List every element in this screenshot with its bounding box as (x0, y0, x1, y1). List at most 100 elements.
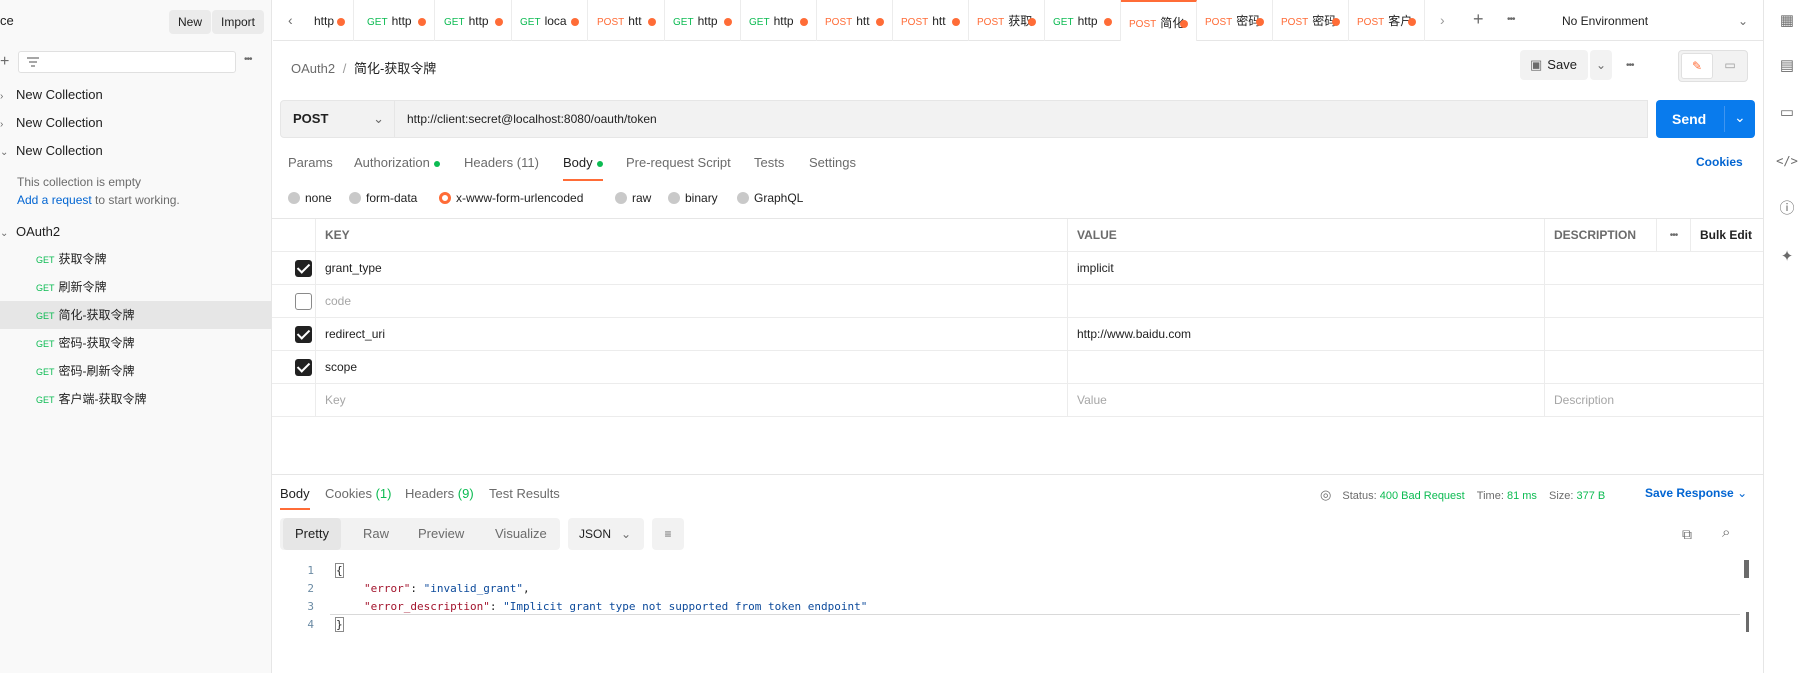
row-checkbox[interactable] (295, 260, 312, 277)
wrap-lines-icon[interactable]: ≡ (652, 518, 684, 550)
add-icon[interactable]: + (0, 53, 9, 71)
unsaved-dot-icon (1332, 18, 1340, 26)
request-item-active[interactable]: GET 简化-获取令牌 (0, 301, 271, 329)
save-button[interactable]: ▣ Save (1520, 50, 1588, 80)
new-tab-icon[interactable]: + (1473, 9, 1484, 30)
search-icon[interactable]: ⌕ (1722, 524, 1730, 541)
globe-icon: ◎ (1320, 487, 1332, 502)
method-select[interactable]: POST ⌄ (280, 100, 395, 138)
request-tab[interactable]: GET http (359, 0, 435, 41)
collection-item[interactable]: › New Collection (0, 84, 103, 106)
unsaved-dot-icon (800, 18, 808, 26)
view-pretty[interactable]: Pretty (283, 518, 341, 550)
radio-none[interactable]: none (288, 191, 332, 205)
request-item[interactable]: GET 客户端-获取令牌 (0, 385, 271, 413)
environment-select[interactable]: No Environment ⌄ (1550, 8, 1760, 34)
bulk-edit-button[interactable]: Bulk Edit (1690, 219, 1763, 251)
request-tab[interactable]: http (306, 0, 354, 41)
cookies-link[interactable]: Cookies (1696, 155, 1743, 169)
request-tab[interactable]: GET http (741, 0, 817, 41)
size-value[interactable]: 377 B (1577, 490, 1606, 502)
tab-tests[interactable]: Tests (754, 155, 784, 181)
row-checkbox[interactable] (295, 359, 312, 376)
tabs-more-icon[interactable]: ••• (1507, 14, 1515, 25)
documentation-icon[interactable]: ▤ (1776, 55, 1798, 77)
status-value[interactable]: 400 Bad Request (1380, 490, 1465, 502)
request-tab[interactable]: GET http (1045, 0, 1121, 41)
radio-graphql[interactable]: GraphQL (737, 191, 803, 205)
response-tab-test-results[interactable]: Test Results (489, 486, 560, 510)
request-more-icon[interactable]: ••• (1626, 60, 1634, 71)
radio-raw[interactable]: raw (615, 191, 651, 205)
save-response-button[interactable]: Save Response ⌄ (1645, 486, 1747, 500)
scrollbar-thumb[interactable] (1744, 560, 1749, 578)
view-preview[interactable]: Preview (406, 518, 476, 550)
request-item[interactable]: GET 密码-刷新令牌 (0, 357, 271, 385)
empty-collection-hint: Add a request to start working. (17, 193, 180, 207)
view-raw[interactable]: Raw (351, 518, 401, 550)
unsaved-dot-icon (418, 18, 426, 26)
table-more-icon[interactable]: ••• (1656, 219, 1690, 251)
request-tab-active[interactable]: POST 简化 (1121, 0, 1197, 41)
response-body-editor[interactable]: 1 { 2 "error": "invalid_grant", 3 "error… (272, 560, 1742, 673)
filter-input[interactable] (18, 51, 236, 73)
request-tab[interactable]: POST 密码 (1273, 0, 1349, 41)
request-tab[interactable]: GET http (665, 0, 741, 41)
request-tab[interactable]: POST htt (893, 0, 969, 41)
tab-settings[interactable]: Settings (809, 155, 856, 181)
collection-item[interactable]: ⌄ New Collection (0, 140, 103, 162)
request-item[interactable]: GET 刷新令牌 (0, 273, 271, 301)
save-icon: ▣ (1530, 57, 1543, 72)
tab-params[interactable]: Params (288, 155, 333, 181)
tab-headers[interactable]: Headers (11) (464, 155, 539, 181)
request-tab[interactable]: POST 客户 (1349, 0, 1425, 41)
table-row: scope (272, 351, 1763, 384)
request-tab[interactable]: POST htt (589, 0, 665, 41)
table-row: code (272, 285, 1763, 318)
response-tab-cookies[interactable]: Cookies (1) (325, 486, 391, 510)
collection-oauth2[interactable]: ⌄ OAuth2 (0, 221, 60, 243)
radio-binary[interactable]: binary (668, 191, 718, 205)
request-tab[interactable]: POST 密码 (1197, 0, 1273, 41)
collection-item[interactable]: › New Collection (0, 112, 103, 134)
tabs-scroll-left-icon[interactable]: ‹ (288, 12, 293, 28)
send-button[interactable]: Send ⌄ (1656, 100, 1755, 138)
tab-body[interactable]: Body (563, 155, 603, 181)
add-request-link[interactable]: Add a request (17, 193, 92, 207)
format-select[interactable]: JSON ⌄ (568, 518, 644, 550)
import-button[interactable]: Import (212, 10, 265, 34)
unsaved-dot-icon (648, 18, 656, 26)
radio-form-data[interactable]: form-data (349, 191, 417, 205)
filter-icon (27, 57, 39, 67)
breadcrumb-parent[interactable]: OAuth2 (291, 61, 335, 76)
info-icon[interactable]: ⓘ (1776, 198, 1798, 220)
request-tab[interactable]: POST htt (817, 0, 893, 41)
response-tab-body[interactable]: Body (280, 486, 310, 510)
tab-pre-request-script[interactable]: Pre-request Script (626, 155, 731, 181)
response-tab-headers[interactable]: Headers (9) (405, 486, 474, 510)
unsaved-dot-icon (1256, 18, 1264, 26)
comments-icon[interactable]: ▭ (1776, 102, 1798, 124)
tabs-scroll-right-icon[interactable]: › (1440, 12, 1445, 28)
sidebar-more-icon[interactable]: ••• (244, 54, 252, 65)
edit-mode-icon[interactable]: ✎ (1681, 53, 1713, 79)
code-icon[interactable]: </> (1776, 150, 1798, 172)
row-checkbox[interactable] (295, 326, 312, 343)
request-item[interactable]: GET 密码-获取令牌 (0, 329, 271, 357)
radio-urlencoded[interactable]: x-www-form-urlencoded (439, 191, 583, 205)
url-input[interactable]: http://client:secret@localhost:8080/oaut… (395, 100, 1648, 138)
request-tab[interactable]: GET loca (512, 0, 588, 41)
comment-mode-icon[interactable]: ▭ (1715, 53, 1745, 79)
copy-icon[interactable]: ⧉ (1682, 526, 1692, 543)
request-tab[interactable]: GET http (436, 0, 512, 41)
request-tab[interactable]: POST 获取 (969, 0, 1045, 41)
send-options-icon[interactable]: ⌄ (1734, 98, 1746, 136)
save-options-button[interactable]: ⌄ (1590, 50, 1612, 80)
workspace-icon[interactable]: ▦ (1776, 10, 1798, 32)
request-item[interactable]: GET 获取令牌 (0, 245, 271, 273)
tab-authorization[interactable]: Authorization (354, 155, 440, 181)
row-checkbox[interactable] (295, 293, 312, 310)
time-value[interactable]: 81 ms (1507, 490, 1537, 502)
new-button[interactable]: New (169, 10, 212, 34)
view-visualize[interactable]: Visualize (483, 518, 559, 550)
